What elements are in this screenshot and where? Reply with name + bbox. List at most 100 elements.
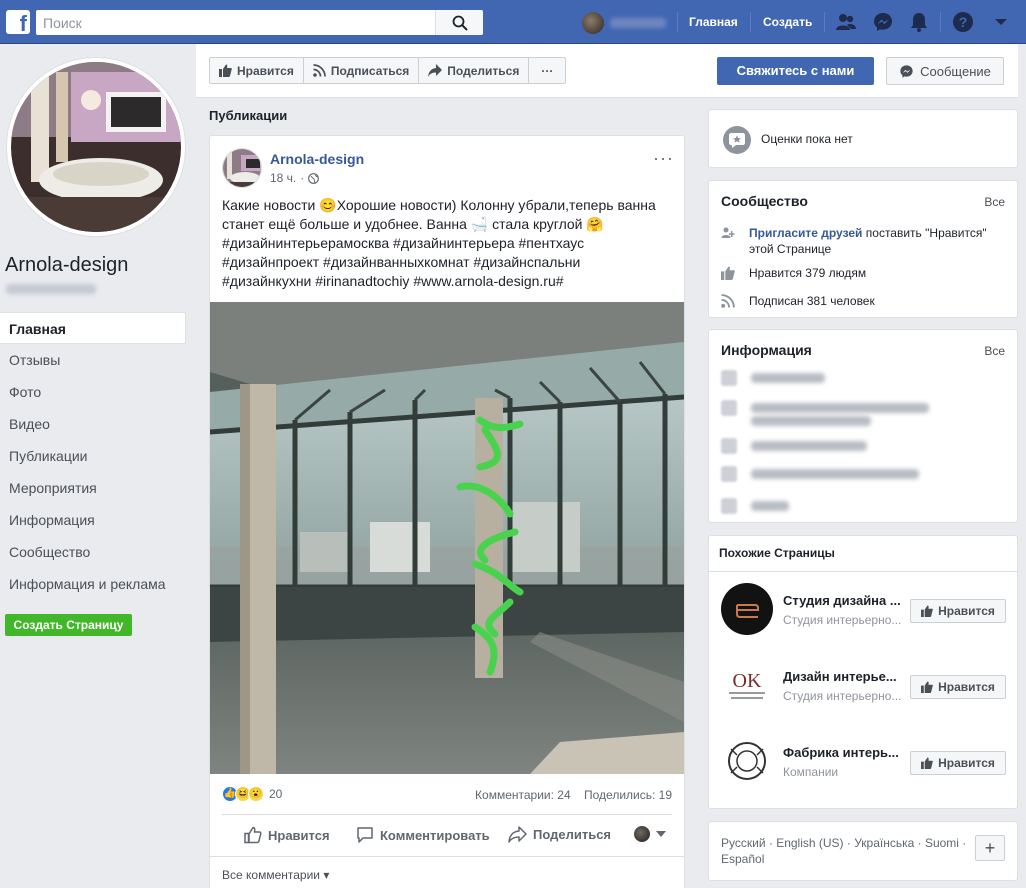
star-rating-icon	[723, 126, 751, 154]
profile-picture[interactable]	[7, 58, 185, 236]
similar-page-item[interactable]: Фабрика интерь... Компании Нравится	[721, 735, 1011, 791]
community-see-all-link[interactable]: Все	[984, 195, 1005, 209]
comments-count-link[interactable]: Комментарии: 24	[475, 788, 571, 802]
nav-divider	[824, 12, 825, 32]
likes-row: Нравится 379 людям	[721, 265, 866, 281]
search-box	[36, 10, 483, 35]
search-input[interactable]	[36, 10, 436, 35]
similar-pages-title: Похожие Страницы	[719, 546, 835, 560]
similar-page-like-button[interactable]: Нравится	[910, 675, 1006, 699]
similar-page-name[interactable]: Дизайн интерье...	[783, 669, 909, 684]
reaction-icons: 👍 😆 😮	[222, 786, 264, 802]
post-text-line: #дизайнпроект #дизайнванныхкомнат #дизай…	[222, 254, 581, 270]
create-page-button[interactable]: Создать Страницу	[5, 614, 132, 636]
category-icon	[721, 466, 737, 482]
no-ratings-text: Оценки пока нет	[761, 132, 853, 146]
nav-home-link[interactable]: Главная	[689, 15, 738, 29]
similar-page-name[interactable]: Студия дизайна ...	[783, 593, 909, 608]
similar-page-category: Компании	[783, 765, 839, 779]
post-text-line: Какие новости 😊Хорошие новости) Колонну …	[222, 197, 656, 213]
facebook-logo-icon[interactable]: f	[6, 10, 30, 36]
nav-item-community[interactable]: Сообщество	[0, 536, 186, 568]
similar-pages-box: Похожие Страницы Студия дизайна ... Студ…	[708, 535, 1018, 809]
invite-friends-link[interactable]: Пригласите друзей	[749, 226, 862, 240]
followers-row: Подписан 381 человек	[721, 293, 875, 309]
send-message-button[interactable]: Сообщение	[886, 57, 1004, 85]
rss-follow-icon	[313, 64, 326, 77]
post-card: Arnola-design 18 ч. · ··· Какие новости …	[209, 135, 685, 888]
nav-item-posts[interactable]: Публикации	[0, 440, 186, 472]
post-photo[interactable]	[210, 302, 684, 774]
messenger-icon[interactable]	[872, 11, 894, 33]
friends-icon[interactable]	[835, 11, 857, 33]
language-box: Русский · English (US) · Українська · Su…	[708, 821, 1018, 881]
thumbs-up-icon	[921, 681, 933, 693]
nav-item-home[interactable]: Главная	[0, 312, 186, 344]
page-username-blurred	[6, 284, 96, 294]
thumbs-up-icon	[219, 64, 232, 77]
similar-page-item[interactable]: OK Дизайн интерье... Студия интерьерно..…	[721, 659, 1011, 715]
post-author-name[interactable]: Arnola-design	[270, 151, 364, 167]
more-actions-button[interactable]: ···	[529, 58, 565, 83]
similar-page-item[interactable]: Студия дизайна ... Студия интерьерно... …	[721, 583, 1011, 639]
nav-create-link[interactable]: Создать	[763, 15, 812, 29]
post-meta: 18 ч. ·	[270, 171, 320, 185]
nav-item-photos[interactable]: Фото	[0, 376, 186, 408]
chevron-down-icon	[656, 831, 666, 837]
nav-item-events[interactable]: Мероприятия	[0, 472, 186, 504]
shares-count-link[interactable]: Поделились: 19	[584, 788, 672, 802]
nav-user-profile[interactable]	[582, 11, 666, 35]
similar-page-logo	[721, 735, 773, 787]
notifications-bell-icon[interactable]	[908, 11, 930, 33]
post-author-avatar[interactable]	[222, 148, 262, 188]
nav-item-about[interactable]: Информация	[0, 504, 186, 536]
similar-page-like-button[interactable]: Нравится	[910, 599, 1006, 623]
nav-divider	[677, 12, 678, 32]
ratings-box: Оценки пока нет	[708, 109, 1018, 168]
all-comments-filter[interactable]: Все комментарии ▾	[222, 868, 329, 882]
posts-section-title: Публикации	[209, 108, 288, 123]
post-timestamp[interactable]: 18 ч.	[270, 171, 296, 185]
reactions-summary[interactable]: 👍 😆 😮 20	[222, 786, 282, 802]
share-page-button[interactable]: Поделиться	[419, 58, 530, 83]
room-under-construction-image	[210, 302, 684, 774]
info-phone-row-blurred	[721, 370, 825, 386]
post-as-selector[interactable]	[634, 826, 666, 842]
nav-item-info-and-ads[interactable]: Информация и реклама	[0, 568, 186, 600]
info-response-row-line2-blurred	[751, 416, 871, 426]
info-edit-row-blurred	[721, 498, 789, 514]
page-action-bar: Нравится Подписаться Поделиться ··· Свяж…	[196, 44, 1018, 98]
invite-people-icon	[721, 227, 735, 238]
help-icon[interactable]: ?	[952, 11, 974, 33]
like-page-button[interactable]: Нравится	[210, 58, 304, 83]
info-response-row-blurred	[721, 400, 929, 416]
information-see-all-link[interactable]: Все	[984, 344, 1005, 358]
community-box: Сообщество Все Пригласите друзей постави…	[708, 180, 1018, 318]
post-share-button[interactable]: Поделиться	[508, 826, 611, 843]
invite-friends-text-line2: этой Странице	[749, 242, 832, 256]
phone-icon	[721, 370, 737, 386]
like-page-label: Нравится	[237, 63, 294, 78]
top-navigation-bar: f Главная Создать ?	[0, 0, 1026, 44]
follow-button[interactable]: Подписаться	[304, 58, 420, 83]
similar-page-like-button[interactable]: Нравится	[910, 751, 1006, 775]
community-title: Сообщество	[721, 193, 808, 209]
account-menu-chevron-icon[interactable]	[990, 11, 1012, 33]
thumbs-up-icon	[921, 605, 933, 617]
add-language-button[interactable]: +	[975, 835, 1005, 861]
post-text: Какие новости 😊Хорошие новости) Колонну …	[222, 196, 674, 291]
comment-bubble-icon	[357, 827, 373, 843]
nav-item-videos[interactable]: Видео	[0, 408, 186, 440]
language-links[interactable]: Español	[721, 851, 971, 867]
send-message-label: Сообщение	[920, 63, 991, 79]
rss-follow-icon	[721, 294, 735, 308]
nav-item-reviews[interactable]: Отзывы	[0, 344, 186, 376]
post-options-button[interactable]: ···	[653, 148, 674, 169]
meta-separator: ·	[300, 171, 305, 185]
post-comment-button[interactable]: Комментировать	[356, 826, 490, 844]
search-button[interactable]	[435, 10, 483, 35]
similar-page-name[interactable]: Фабрика интерь...	[783, 745, 909, 760]
post-like-button[interactable]: Нравится	[244, 826, 330, 844]
language-links[interactable]: Русский · English (US) · Українська · Su…	[721, 835, 971, 851]
contact-us-button[interactable]: Свяжитесь с нами	[717, 57, 874, 85]
